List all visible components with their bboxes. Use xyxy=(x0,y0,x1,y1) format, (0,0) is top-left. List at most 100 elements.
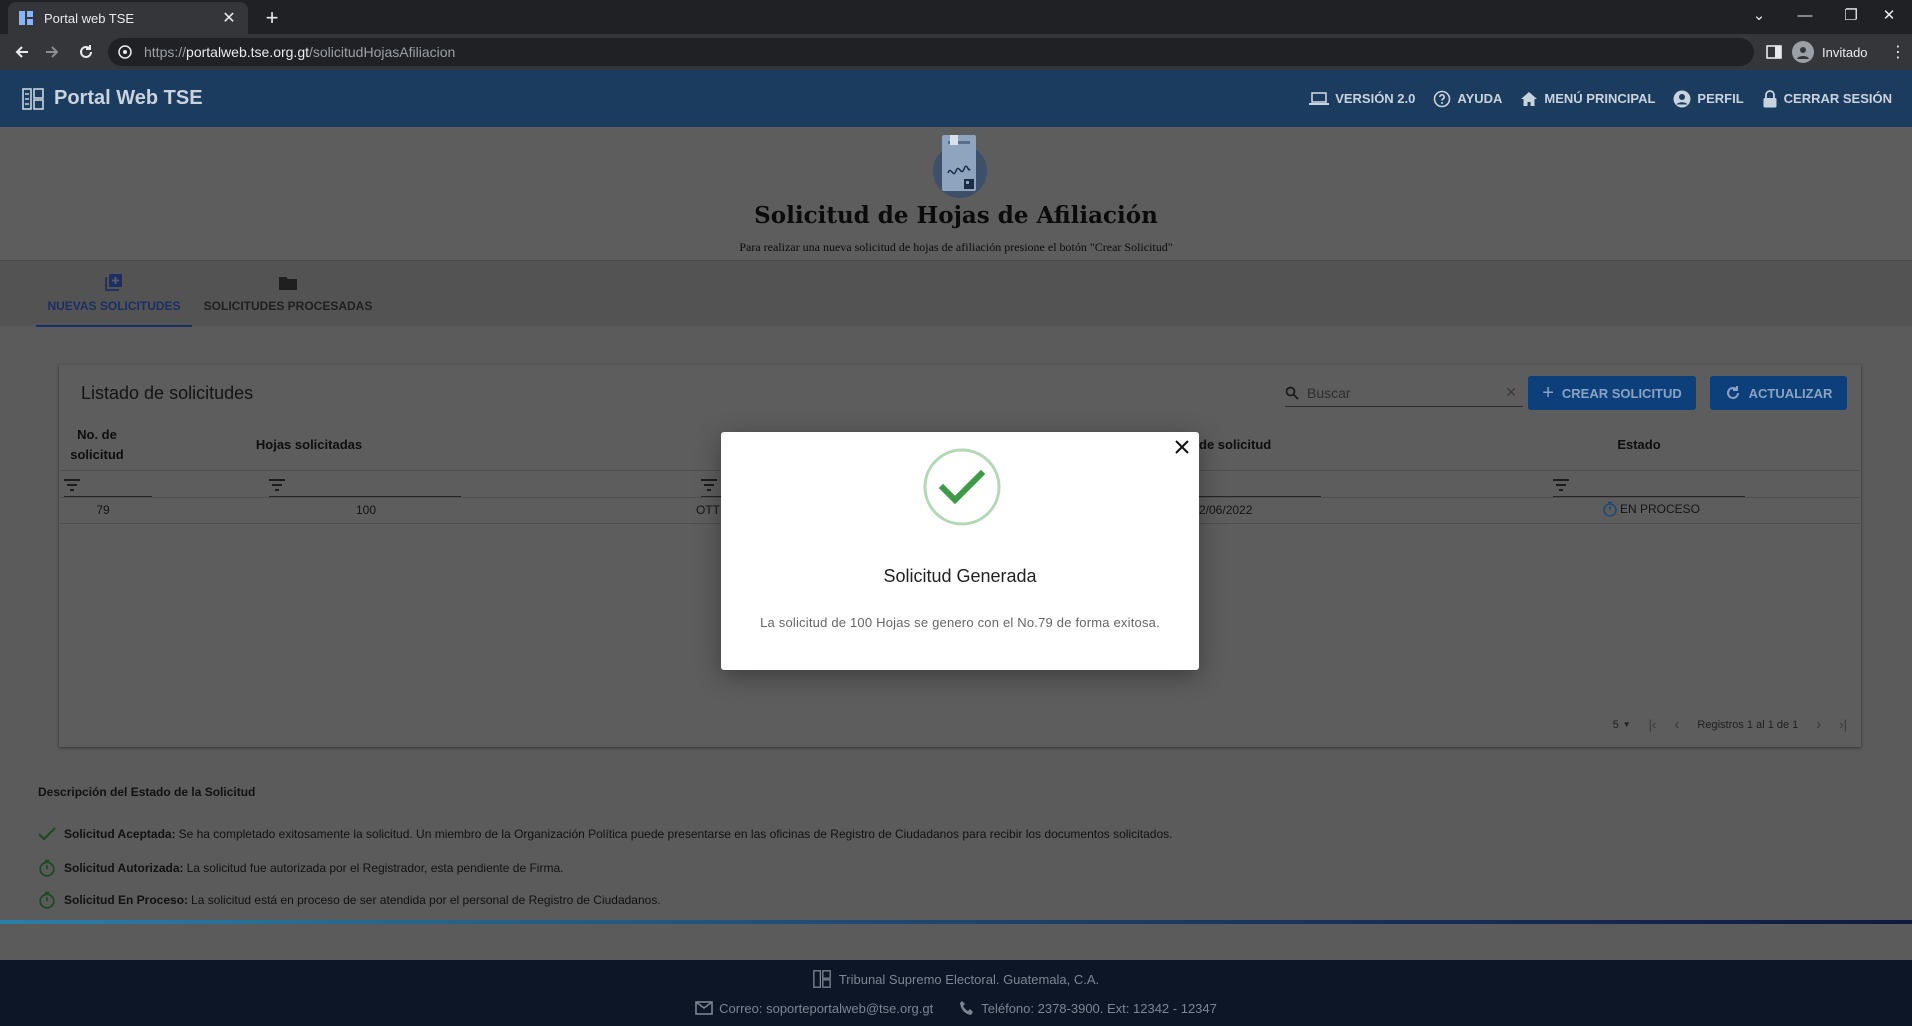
card-title: Listado de solicitudes xyxy=(81,383,254,403)
brand-title: Portal Web TSE xyxy=(54,87,203,109)
nav-help-label: AYUDA xyxy=(1457,91,1503,106)
side-panel-icon xyxy=(1766,45,1782,59)
column-header-numero-line2: solicitud xyxy=(70,447,124,462)
timer-icon xyxy=(39,859,55,877)
success-check-icon xyxy=(923,448,1001,526)
tse-logo-icon xyxy=(22,87,44,110)
previous-page-icon[interactable]: ‹ xyxy=(1674,716,1679,733)
close-dialog-button[interactable] xyxy=(1171,436,1193,458)
clear-search-icon[interactable]: ✕ xyxy=(1505,384,1517,401)
mail-icon xyxy=(695,1001,713,1015)
column-header-numero-line1: No. de xyxy=(77,427,117,442)
cell-estado-label: EN PROCESO xyxy=(1620,502,1701,516)
tab-processed-requests[interactable]: SOLICITUDES PROCESADAS xyxy=(200,261,376,327)
brand[interactable]: Portal Web TSE xyxy=(22,70,203,127)
footer: Tribunal Supremo Electoral. Guatemala, C… xyxy=(0,960,1912,1026)
site-info-icon[interactable] xyxy=(118,44,134,60)
nav-version-label: VERSIÓN 2.0 xyxy=(1335,91,1416,106)
browser-tab-title: Portal web TSE xyxy=(44,10,135,26)
column-header-fecha[interactable]: de solicitud xyxy=(1199,437,1309,452)
nav-logout[interactable]: CERRAR SESIÓN xyxy=(1762,89,1892,108)
filter-hojas[interactable] xyxy=(269,473,461,497)
create-request-button[interactable]: + CREAR SOLICITUD xyxy=(1528,376,1696,410)
legend-item-aceptada: Solicitud Aceptada: Se ha completado exit… xyxy=(38,827,1172,841)
library-add-icon xyxy=(105,274,122,291)
legend-label-en-proceso: Solicitud En Proceso: xyxy=(64,893,189,907)
header-nav: VERSIÓN 2.0 AYUDA MENÚ PRINCIPAL PERFIL … xyxy=(1309,70,1892,127)
next-page-icon[interactable]: › xyxy=(1816,716,1821,733)
filter-icon xyxy=(1553,478,1569,491)
cell-fecha: 2/06/2022 xyxy=(1199,503,1253,517)
minimize-window-button[interactable]: — xyxy=(1782,0,1828,30)
back-button[interactable] xyxy=(8,38,36,66)
folder-icon xyxy=(279,277,297,290)
page-tabs: NUEVAS SOLICITUDES SOLICITUDES PROCESADA… xyxy=(0,260,1912,327)
check-icon xyxy=(38,827,56,841)
arrow-left-icon xyxy=(15,46,28,58)
url-host: portalweb.tse.org.gt xyxy=(186,44,309,60)
nav-main-menu[interactable]: MENÚ PRINCIPAL xyxy=(1520,91,1655,107)
lock-icon xyxy=(1763,89,1777,107)
refresh-button[interactable]: ACTUALIZAR xyxy=(1710,376,1847,410)
filter-icon xyxy=(269,478,285,491)
create-request-label: CREAR SOLICITUD xyxy=(1561,385,1682,401)
legend-text-en-proceso: La solicitud está en proceso de ser aten… xyxy=(191,893,661,907)
footer-email[interactable]: Correo: soporteportalweb@tse.org.gt xyxy=(695,1001,933,1016)
account-icon xyxy=(1673,90,1691,107)
last-page-icon[interactable]: ›| xyxy=(1839,717,1847,732)
legend-item-autorizada: Solicitud Autorizada: La solicitud fue au… xyxy=(38,859,563,877)
legend-label-aceptada: Solicitud Aceptada: xyxy=(64,827,176,841)
tab-new-requests[interactable]: NUEVAS SOLICITUDES xyxy=(36,261,192,327)
address-bar[interactable]: https://portalweb.tse.org.gt/solicitudHo… xyxy=(108,38,1754,66)
column-header-hojas[interactable]: Hojas solicitadas xyxy=(249,437,369,452)
home-icon xyxy=(1521,91,1538,106)
help-icon xyxy=(1434,90,1451,107)
tab-new-requests-label: NUEVAS SOLICITUDES xyxy=(47,299,181,313)
filter-fecha[interactable] xyxy=(1199,473,1321,497)
close-window-button[interactable]: ✕ xyxy=(1866,0,1912,30)
close-tab-icon[interactable]: ✕ xyxy=(220,8,238,28)
avatar-icon xyxy=(1792,41,1814,63)
tab-search-icon[interactable]: ⌄ xyxy=(1736,0,1782,30)
nav-profile[interactable]: PERFIL xyxy=(1673,90,1744,108)
tse-favicon-icon xyxy=(18,10,34,26)
side-panel-button[interactable] xyxy=(1766,38,1782,66)
refresh-icon xyxy=(1726,386,1739,399)
laptop-icon xyxy=(1309,91,1330,105)
dialog-message: La solicitud de 100 Hojas se genero con … xyxy=(760,615,1160,630)
column-header-numero[interactable]: No. de solicitud xyxy=(59,425,135,465)
reload-button[interactable] xyxy=(72,38,100,66)
page-size-select[interactable]: 5 ▼ xyxy=(1613,719,1631,731)
footer-contacts: Correo: soporteportalweb@tse.org.gt Telé… xyxy=(0,1000,1912,1016)
browser-menu-icon[interactable]: ⋮ xyxy=(1890,38,1906,66)
url-path: /solicitudHojasAfiliacion xyxy=(309,44,456,60)
dialog-title: Solicitud Generada xyxy=(883,566,1037,586)
filter-tipo[interactable] xyxy=(701,473,721,497)
cell-numero: 79 xyxy=(96,503,110,517)
nav-main-menu-label: MENÚ PRINCIPAL xyxy=(1544,91,1656,106)
footer-phone-text: Teléfono: 2378-3900. Ext: 12342 - 12347 xyxy=(981,1000,1217,1016)
filter-icon xyxy=(701,478,717,491)
column-header-estado[interactable]: Estado xyxy=(1599,437,1679,452)
browser-tab[interactable]: Portal web TSE ✕ xyxy=(8,2,248,34)
footer-phone[interactable]: Teléfono: 2378-3900. Ext: 12342 - 12347 xyxy=(959,1000,1217,1016)
app-header: Portal Web TSE VERSIÓN 2.0 AYUDA MENÚ PR… xyxy=(0,70,1912,127)
refresh-label: ACTUALIZAR xyxy=(1748,385,1833,401)
page-size-value: 5 xyxy=(1612,718,1619,731)
profile-button[interactable]: Invitado xyxy=(1792,38,1868,66)
new-tab-button[interactable]: + xyxy=(258,4,286,32)
nav-version[interactable]: VERSIÓN 2.0 xyxy=(1309,91,1415,107)
filter-estado[interactable] xyxy=(1553,473,1745,497)
search-input[interactable] xyxy=(1307,384,1506,401)
url-scheme: https:// xyxy=(144,44,187,60)
filter-numero[interactable] xyxy=(64,473,152,497)
search-box: ✕ xyxy=(1285,379,1523,407)
legend-text-autorizada: La solicitud fue autorizada por el Regis… xyxy=(186,861,564,875)
cell-estado: EN PROCESO xyxy=(1602,501,1722,517)
nav-logout-label: CERRAR SESIÓN xyxy=(1783,91,1892,106)
first-page-icon[interactable]: |‹ xyxy=(1649,717,1657,732)
dropdown-arrow-icon: ▼ xyxy=(1622,720,1631,729)
nav-help[interactable]: AYUDA xyxy=(1433,90,1502,108)
forward-button[interactable] xyxy=(38,38,66,66)
browser-tabstrip: Portal web TSE ✕ + ⌄ — ❐ ✕ xyxy=(0,0,1912,34)
